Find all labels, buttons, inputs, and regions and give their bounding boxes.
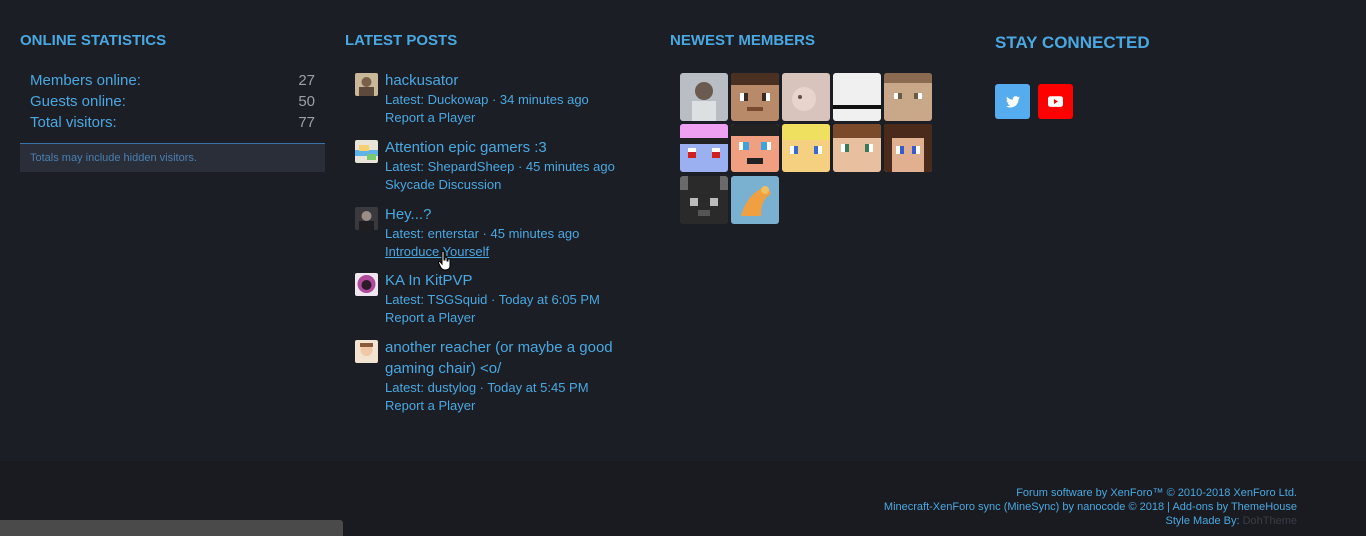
member-avatar[interactable]	[731, 73, 779, 121]
post-title-link[interactable]: another reacher (or maybe a good gaming …	[385, 337, 625, 379]
post-title-link[interactable]: Attention epic gamers :3	[385, 137, 625, 158]
stat-value: 27	[298, 72, 315, 89]
newest-members-title: NEWEST MEMBERS	[670, 32, 816, 49]
stat-label: Total visitors:	[30, 114, 117, 131]
avatar[interactable]	[355, 140, 378, 163]
footer-copyright-link[interactable]: Forum software by XenForo™ © 2010-2018 X…	[884, 486, 1297, 500]
youtube-icon	[1048, 96, 1063, 107]
post-title-link[interactable]: hackusator	[385, 70, 625, 91]
twitter-button[interactable]	[995, 84, 1030, 119]
member-avatar[interactable]	[884, 124, 932, 172]
youtube-button[interactable]	[1038, 84, 1073, 119]
stat-row-guests: Guests online: 50	[20, 91, 325, 112]
post-forum-link[interactable]: Report a Player	[385, 309, 625, 327]
member-avatar[interactable]	[782, 73, 830, 121]
member-avatar[interactable]	[833, 124, 881, 172]
post-latest-meta[interactable]: Latest: dustylog · Today at 5:45 PM	[385, 379, 625, 397]
footer-style-credit: Style Made By: DohTheme	[884, 514, 1297, 528]
post-forum-link[interactable]: Report a Player	[385, 397, 625, 415]
member-avatar[interactable]	[782, 124, 830, 172]
latest-posts-title: LATEST POSTS	[345, 32, 458, 49]
stat-row-members: Members online: 27	[20, 70, 325, 91]
member-avatar[interactable]	[731, 124, 779, 172]
stat-row-total: Total visitors: 77	[20, 112, 325, 133]
stat-value: 77	[298, 114, 315, 131]
horizontal-scrollbar[interactable]	[0, 520, 343, 536]
member-avatar[interactable]	[680, 176, 728, 224]
post-latest-meta[interactable]: Latest: ShepardSheep · 45 minutes ago	[385, 158, 625, 176]
member-avatar[interactable]	[731, 176, 779, 224]
post-forum-link[interactable]: Report a Player	[385, 109, 625, 127]
style-credit-label: Style Made By:	[1165, 515, 1240, 527]
member-avatar[interactable]	[833, 73, 881, 121]
post-latest-meta[interactable]: Latest: TSGSquid · Today at 6:05 PM	[385, 291, 625, 309]
online-statistics-title: ONLINE STATISTICS	[20, 32, 167, 49]
avatar[interactable]	[355, 273, 378, 296]
stats-note: Totals may include hidden visitors.	[20, 143, 325, 172]
post-latest-meta[interactable]: Latest: Duckowap · 34 minutes ago	[385, 91, 625, 109]
stat-label[interactable]: Members online:	[30, 70, 141, 91]
post-forum-link[interactable]: Skycade Discussion	[385, 176, 625, 194]
style-credit-author-link[interactable]: DohTheme	[1243, 515, 1297, 527]
post-title-link[interactable]: Hey...?	[385, 204, 625, 225]
stat-label: Guests online:	[30, 93, 126, 110]
post-title-link[interactable]: KA In KitPVP	[385, 270, 625, 291]
stat-value: 50	[298, 93, 315, 110]
avatar[interactable]	[355, 207, 378, 230]
online-statistics-block: Members online: 27 Guests online: 50 Tot…	[20, 70, 325, 172]
footer-addons-link[interactable]: Minecraft-XenForo sync (MineSync) by nan…	[884, 500, 1297, 514]
post-latest-meta[interactable]: Latest: enterstar · 45 minutes ago	[385, 225, 625, 243]
twitter-icon	[1005, 95, 1020, 108]
member-avatar[interactable]	[680, 73, 728, 121]
member-avatar[interactable]	[884, 73, 932, 121]
post-forum-link[interactable]: Introduce Yourself	[385, 243, 625, 261]
stay-connected-title: STAY CONNECTED	[995, 33, 1150, 52]
avatar[interactable]	[355, 340, 378, 363]
hand-cursor-icon	[438, 251, 451, 271]
member-avatar[interactable]	[680, 124, 728, 172]
avatar[interactable]	[355, 73, 378, 96]
